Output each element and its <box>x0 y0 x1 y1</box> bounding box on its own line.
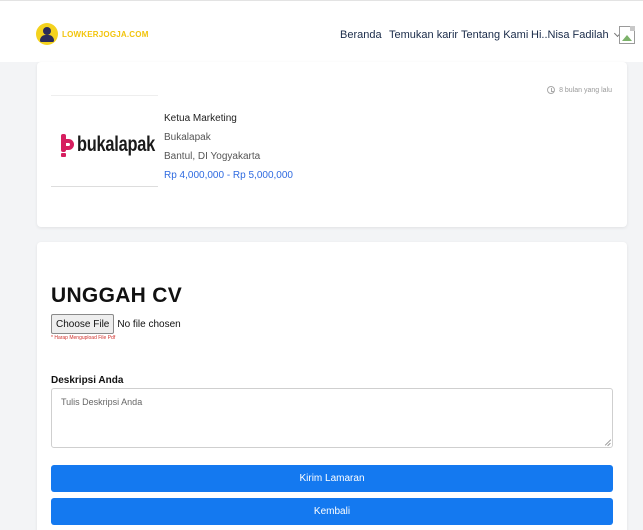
broken-image-icon[interactable] <box>619 26 635 44</box>
page-title: UNGGAH CV <box>51 284 183 307</box>
posted-time: 8 bulan yang lalu <box>547 86 612 94</box>
user-menu-dropdown[interactable]: Hi..Nisa Fadilah <box>531 29 621 41</box>
posted-time-text: 8 bulan yang lalu <box>559 86 612 94</box>
company-logo: bukalapak <box>51 95 158 187</box>
back-button[interactable]: Kembali <box>51 498 613 525</box>
file-status-text: No file chosen <box>117 318 181 330</box>
navbar: LOWKERJOGJA.COM Beranda Temukan karir Te… <box>0 0 643 62</box>
clock-icon <box>547 86 556 94</box>
job-title: Ketua Marketing <box>164 113 237 124</box>
nav-link-about[interactable]: Tentang Kami <box>461 29 528 41</box>
job-salary: Rp 4,000,000 - Rp 5,000,000 <box>164 170 293 181</box>
file-input: Choose File No file chosen <box>51 314 181 334</box>
cv-upload-form: UNGGAH CV Choose File No file chosen * H… <box>37 242 627 530</box>
user-logo-icon <box>36 23 58 45</box>
resize-grip-icon[interactable] <box>605 440 611 446</box>
file-hint-text: * Harap Mengupload File Pdf <box>51 335 116 341</box>
submit-application-button[interactable]: Kirim Lamaran <box>51 465 613 492</box>
job-summary-card: 8 bulan yang lalu bukalapak Ketua Market… <box>37 62 627 227</box>
site-logo[interactable]: LOWKERJOGJA.COM <box>36 23 149 45</box>
description-textarea[interactable] <box>51 388 613 448</box>
nav-link-find-career[interactable]: Temukan karir <box>389 29 458 41</box>
company-logo-text: bukalapak <box>77 133 156 156</box>
site-logo-text: LOWKERJOGJA.COM <box>62 29 149 39</box>
job-company: Bukalapak <box>164 132 211 143</box>
description-label: Deskripsi Anda <box>51 375 124 386</box>
bukalapak-logo-icon <box>61 134 75 157</box>
nav-link-home[interactable]: Beranda <box>340 29 382 41</box>
user-menu-label: Hi..Nisa Fadilah <box>531 29 609 41</box>
job-location: Bantul, DI Yogyakarta <box>164 151 261 162</box>
choose-file-button[interactable]: Choose File <box>51 314 115 334</box>
